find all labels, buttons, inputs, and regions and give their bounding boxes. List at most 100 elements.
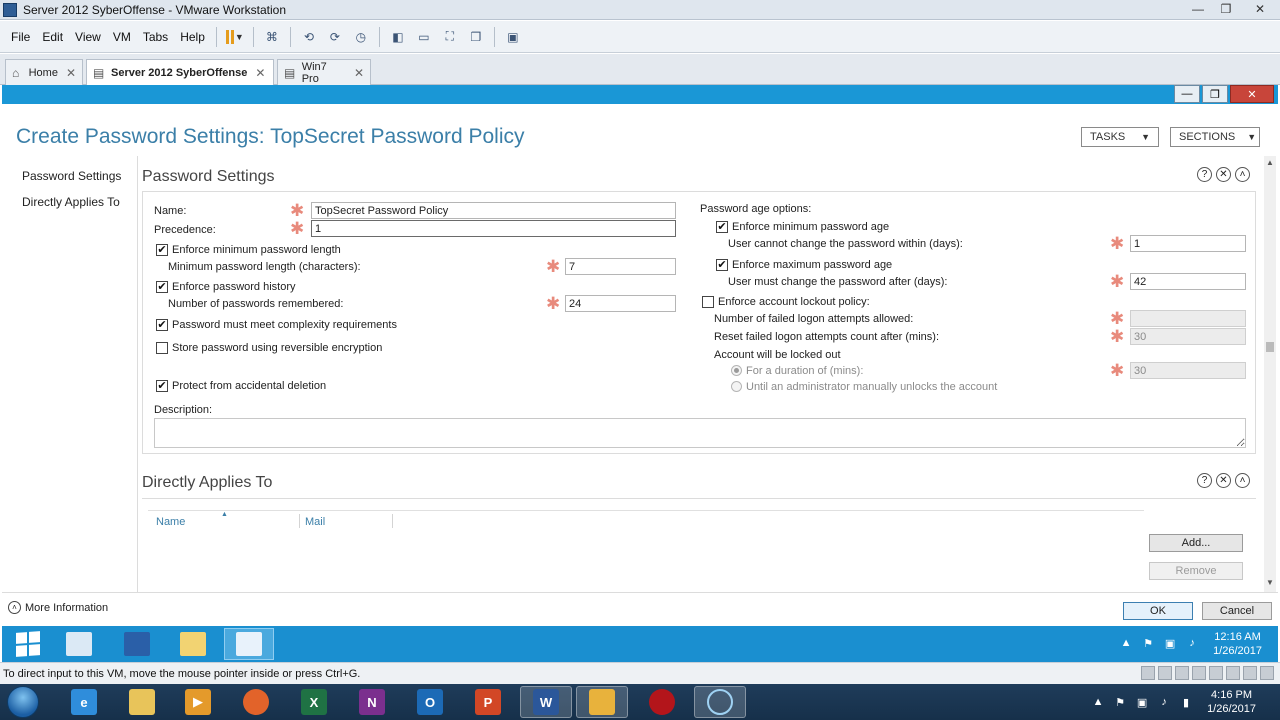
restore-icon[interactable]: ❐ xyxy=(1202,85,1228,103)
close-icon[interactable]: ✕ xyxy=(1230,85,1274,103)
flag-icon[interactable]: ⚑ xyxy=(1112,696,1128,709)
cd-rom-icon[interactable] xyxy=(1158,666,1172,680)
name-input[interactable] xyxy=(311,202,676,219)
nav-item-password-settings[interactable]: Password Settings xyxy=(22,169,121,183)
server-manager-taskbar-button[interactable] xyxy=(54,628,104,660)
cancel-button[interactable]: Cancel xyxy=(1202,602,1272,620)
close-icon[interactable]: ✕ xyxy=(354,66,364,80)
column-name[interactable]: Name xyxy=(156,516,185,528)
until-admin-radio[interactable] xyxy=(731,381,742,392)
close-icon[interactable]: ✕ xyxy=(1216,473,1231,488)
full-screen-button[interactable]: ⛶ xyxy=(437,26,463,48)
enforce-max-age-checkbox[interactable]: ✔ xyxy=(716,259,728,271)
add-button[interactable]: Add... xyxy=(1149,534,1243,552)
menu-edit[interactable]: Edit xyxy=(36,30,69,44)
display-icon[interactable] xyxy=(1243,666,1257,680)
network-icon[interactable]: ▣ xyxy=(1162,637,1178,651)
console-view-button[interactable]: ▣ xyxy=(500,26,526,48)
scroll-thumb[interactable] xyxy=(1266,342,1274,352)
min-age-input[interactable] xyxy=(1130,235,1246,252)
battery-icon[interactable]: ▮ xyxy=(1178,696,1194,709)
network-adapter-icon[interactable] xyxy=(1175,666,1189,680)
max-age-input[interactable] xyxy=(1130,273,1246,290)
menu-view[interactable]: View xyxy=(69,30,107,44)
restore-icon[interactable]: ❐ xyxy=(1212,0,1240,18)
close-icon[interactable]: ✕ xyxy=(1240,0,1280,18)
chevron-up-icon[interactable]: ▲ xyxy=(1090,696,1106,708)
precedence-input[interactable] xyxy=(311,220,676,237)
snapshot-button[interactable]: ⟲ xyxy=(296,26,322,48)
menu-vm[interactable]: VM xyxy=(107,30,137,44)
show-library-button[interactable]: ◧ xyxy=(385,26,411,48)
menu-help[interactable]: Help xyxy=(174,30,211,44)
protect-checkbox[interactable]: ✔ xyxy=(156,380,168,392)
scroll-up-icon[interactable]: ▲ xyxy=(1264,158,1276,170)
failed-attempts-input[interactable] xyxy=(1130,310,1246,327)
tab-home[interactable]: ⌂ Home ✕ xyxy=(5,59,83,85)
minimize-icon[interactable]: — xyxy=(1184,0,1212,18)
help-icon[interactable]: ? xyxy=(1197,473,1212,488)
message-icon[interactable] xyxy=(1260,666,1274,680)
close-icon[interactable]: ✕ xyxy=(66,66,76,80)
sound-card-icon[interactable] xyxy=(1209,666,1223,680)
collapse-icon[interactable]: ˄ xyxy=(1235,473,1250,488)
description-input[interactable] xyxy=(154,418,1246,448)
close-icon[interactable]: ✕ xyxy=(1216,167,1231,182)
onenote-taskbar-button[interactable]: N xyxy=(346,686,398,718)
reversible-checkbox[interactable] xyxy=(156,342,168,354)
cortana-taskbar-button[interactable] xyxy=(694,686,746,718)
powershell-taskbar-button[interactable] xyxy=(112,628,162,660)
snapshot-manager-button[interactable]: ◷ xyxy=(348,26,374,48)
excel-taskbar-button[interactable]: X xyxy=(288,686,340,718)
lockout-checkbox[interactable] xyxy=(702,296,714,308)
send-ctrl-alt-del-button[interactable]: ⌘ xyxy=(259,26,285,48)
enforce-min-length-checkbox[interactable]: ✔ xyxy=(156,244,168,256)
flag-icon[interactable]: ⚑ xyxy=(1140,637,1156,651)
speaker-icon[interactable]: ♪ xyxy=(1184,637,1200,651)
explorer-taskbar-button[interactable] xyxy=(116,686,168,718)
duration-input[interactable] xyxy=(1130,362,1246,379)
minimize-icon[interactable]: — xyxy=(1174,85,1200,103)
tab-win7-pro[interactable]: ▤ Win7 Pro ✕ xyxy=(277,59,371,85)
menu-file[interactable]: File xyxy=(5,30,36,44)
host-start-button[interactable] xyxy=(3,685,43,719)
column-mail[interactable]: Mail xyxy=(305,516,325,528)
menu-tabs[interactable]: Tabs xyxy=(137,30,174,44)
speaker-icon[interactable]: ♪ xyxy=(1156,696,1172,708)
vmware-taskbar-button[interactable] xyxy=(576,686,628,718)
unity-button[interactable]: ❐ xyxy=(463,26,489,48)
powerpoint-taskbar-button[interactable]: P xyxy=(462,686,514,718)
ad-admin-center-taskbar-button[interactable] xyxy=(224,628,274,660)
firefox-taskbar-button[interactable] xyxy=(230,686,282,718)
close-icon[interactable]: ✕ xyxy=(255,66,265,80)
host-clock[interactable]: 4:16 PM 1/26/2017 xyxy=(1207,688,1256,716)
more-information-toggle[interactable]: ˄ More Information xyxy=(8,601,108,614)
tab-server-2012[interactable]: ▤ Server 2012 SyberOffense ✕ xyxy=(86,59,274,85)
min-length-input[interactable] xyxy=(565,258,676,275)
reset-count-input[interactable] xyxy=(1130,328,1246,345)
complexity-checkbox[interactable]: ✔ xyxy=(156,319,168,331)
media-player-taskbar-button[interactable]: ▶ xyxy=(172,686,224,718)
history-input[interactable] xyxy=(565,295,676,312)
tasks-dropdown[interactable]: TASKS ▼ xyxy=(1081,127,1159,147)
guest-start-button[interactable] xyxy=(6,628,50,660)
network-icon[interactable]: ▣ xyxy=(1134,696,1150,709)
recorder-taskbar-button[interactable] xyxy=(636,686,688,718)
hard-disk-icon[interactable] xyxy=(1141,666,1155,680)
usb-icon[interactable] xyxy=(1192,666,1206,680)
enforce-min-age-checkbox[interactable]: ✔ xyxy=(716,221,728,233)
pause-button[interactable]: ▼ xyxy=(222,26,248,48)
thumbnail-bar-button[interactable]: ▭ xyxy=(411,26,437,48)
help-icon[interactable]: ? xyxy=(1197,167,1212,182)
chevron-up-icon[interactable]: ▲ xyxy=(1118,637,1134,651)
internet-explorer-taskbar-button[interactable]: e xyxy=(58,686,110,718)
word-taskbar-button[interactable]: W xyxy=(520,686,572,718)
remove-button[interactable]: Remove xyxy=(1149,562,1243,580)
file-explorer-taskbar-button[interactable] xyxy=(168,628,218,660)
collapse-icon[interactable]: ˄ xyxy=(1235,167,1250,182)
guest-clock[interactable]: 12:16 AM 1/26/2017 xyxy=(1213,630,1262,658)
revert-snapshot-button[interactable]: ⟳ xyxy=(322,26,348,48)
duration-radio[interactable] xyxy=(731,365,742,376)
ok-button[interactable]: OK xyxy=(1123,602,1193,620)
nav-item-directly-applies-to[interactable]: Directly Applies To xyxy=(22,195,120,209)
